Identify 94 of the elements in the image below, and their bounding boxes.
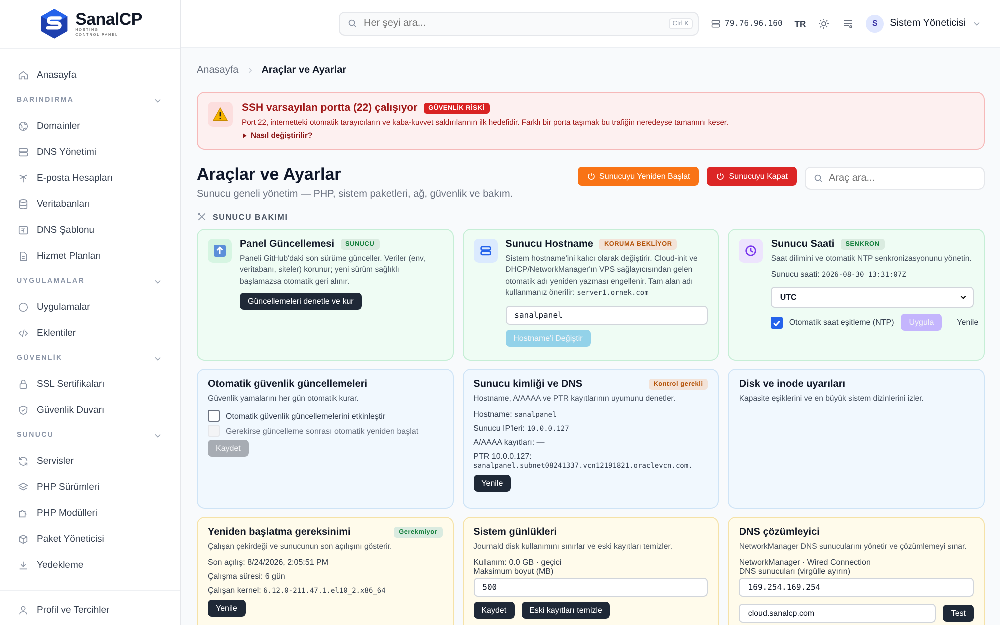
text-field[interactable]: 500	[474, 578, 708, 598]
card-title: DNS çözümleyici	[739, 527, 820, 538]
action-button[interactable]: Yenile	[474, 474, 512, 492]
template-icon	[18, 224, 29, 236]
sidebar-item[interactable]: Domainler	[0, 113, 180, 139]
sidebar-item[interactable]: Uygulamalar	[0, 294, 180, 320]
sidebar-item[interactable]: E-posta Hesapları	[0, 165, 180, 191]
checkbox-label: Otomatik saat eşitleme (NTP)	[789, 318, 894, 328]
card-title: Disk ve inode uyarıları	[739, 379, 846, 390]
breadcrumb-link[interactable]: Araçlar ve Ayarlar	[262, 64, 347, 76]
action-button[interactable]: Test	[943, 605, 974, 622]
card-title: Sunucu Saati	[771, 239, 835, 250]
lock-icon	[18, 378, 29, 390]
document-icon	[18, 250, 29, 262]
action-button[interactable]: Güncellemeleri denetle ve kur	[240, 292, 362, 310]
alert-title: SSH varsayılan portta (22) çalışıyor	[242, 102, 418, 114]
clock-icon	[739, 239, 764, 263]
caret-icon	[242, 132, 248, 138]
sidebar-item[interactable]: Profil ve Tercihler	[0, 597, 180, 623]
code-icon	[18, 328, 29, 338]
shield-icon	[18, 404, 29, 416]
card-title: Panel Güncellemesi	[240, 239, 334, 250]
house-icon	[18, 70, 29, 80]
checkbox[interactable]	[208, 410, 220, 422]
info-line: A/AAAA kayıtları: —	[474, 438, 546, 449]
refresh-icon	[18, 456, 29, 466]
field-label: NetworkManager · Wired Connection	[739, 558, 872, 568]
avatar: S	[866, 14, 884, 32]
sidebar-item[interactable]: Servisler	[0, 448, 180, 474]
breadcrumb-link[interactable]: Anasayfa	[197, 64, 239, 76]
card-title: Otomatik güvenlik güncellemeleri	[208, 379, 368, 390]
language-button[interactable]: TR	[794, 18, 806, 28]
sidebar-item[interactable]: Yedekleme	[0, 552, 180, 578]
power-icon	[716, 172, 726, 181]
checkbox-label: Gerekirse güncelleme sonrası otomatik yeniden başlat	[226, 426, 419, 436]
server-icon	[474, 239, 498, 263]
sidebar-item[interactable]: Paket Yöneticisi	[0, 526, 180, 552]
page-subtitle: Sunucu geneli yönetim — PHP, sistem paketleri, ağ, güvenlik ve bakım.	[197, 189, 514, 200]
action-button[interactable]: Sunucuyu Kapat	[707, 167, 797, 186]
user-menu[interactable]: S Sistem Yöneticisi	[866, 14, 982, 32]
text-field[interactable]: 169.254.169.254	[739, 578, 974, 598]
power-icon	[586, 172, 596, 181]
server-ip: 79.76.96.160	[725, 19, 783, 28]
layers-icon	[18, 482, 29, 492]
sidebar-item[interactable]: Hizmet Planları	[0, 243, 180, 269]
action-button[interactable]: Eski kayıtları temizle	[522, 602, 610, 620]
search-icon	[347, 18, 358, 29]
sidebar-item[interactable]: Güvenlik Duvarı	[0, 397, 180, 423]
circle-icon	[18, 302, 29, 312]
field-label: Maksimum boyut (MB)	[474, 567, 554, 576]
warning-icon	[208, 102, 233, 127]
upload-icon	[208, 239, 232, 263]
info-line: Çalışma süresi: 6 gün	[208, 572, 286, 583]
tools-icon	[197, 212, 207, 222]
logo-name: SanalCP	[76, 10, 142, 28]
refresh-button[interactable]: Yenile	[949, 314, 987, 332]
info-line: Son açılış: 8/24/2026, 2:05:51 PM	[208, 558, 330, 570]
sidebar-item[interactable]: SSL Sertifikaları	[0, 371, 180, 397]
checkbox-label: Otomatik güvenlik güncellemelerini etkinleştir	[226, 412, 386, 421]
sidebar-item[interactable]: DNS Şablonu	[0, 217, 180, 243]
field-label: Kullanım: 0.0 GB · geçici	[474, 558, 563, 568]
page-title: Araçlar ve Ayarlar	[197, 165, 342, 185]
package-icon	[18, 534, 29, 544]
puzzle-icon	[18, 508, 29, 518]
checkbox[interactable]	[771, 316, 784, 329]
search-icon	[813, 173, 824, 184]
tool-search-field[interactable]: Araç ara...	[805, 167, 985, 190]
sidebar-item[interactable]: PHP Modülleri	[0, 500, 180, 526]
sidebar-item[interactable]: DNS Yönetimi	[0, 139, 180, 165]
antenna-icon	[18, 172, 29, 184]
sidebar-item[interactable]: PHP Sürümleri	[0, 474, 180, 500]
action-button[interactable]: Kaydet	[474, 602, 515, 620]
list-icon[interactable]	[842, 18, 854, 30]
user-icon	[18, 604, 29, 616]
server-icon	[18, 146, 29, 158]
text-field[interactable]: cloud.sanalcp.com	[739, 604, 936, 624]
user-name: Sistem Yöneticisi	[890, 18, 966, 29]
database-icon	[18, 198, 29, 210]
globe-icon	[18, 120, 29, 132]
server-icon	[711, 18, 721, 28]
timezone-select[interactable]: UTC	[771, 287, 974, 308]
sidebar-item[interactable]: Anasayfa	[0, 62, 180, 88]
field-label: DNS sunucuları (virgülle ayırın)	[739, 567, 852, 576]
card-title: Sistem günlükleri	[474, 527, 558, 538]
section-heading: SUNUCU BAKIMI	[213, 212, 288, 222]
text-field[interactable]: sanalpanel	[506, 306, 708, 326]
card-title: Sunucu Hostname	[506, 239, 594, 250]
sidebar-item[interactable]: Eklentiler	[0, 320, 180, 346]
card-title: Yeniden başlatma gereksinimi	[208, 527, 351, 538]
card-title: Sunucu kimliği ve DNS	[474, 379, 583, 390]
sidebar-item[interactable]: Veritabanları	[0, 191, 180, 217]
download-icon	[18, 560, 29, 570]
action-button[interactable]: Yenile	[208, 600, 246, 617]
sun-icon[interactable]	[818, 18, 830, 30]
